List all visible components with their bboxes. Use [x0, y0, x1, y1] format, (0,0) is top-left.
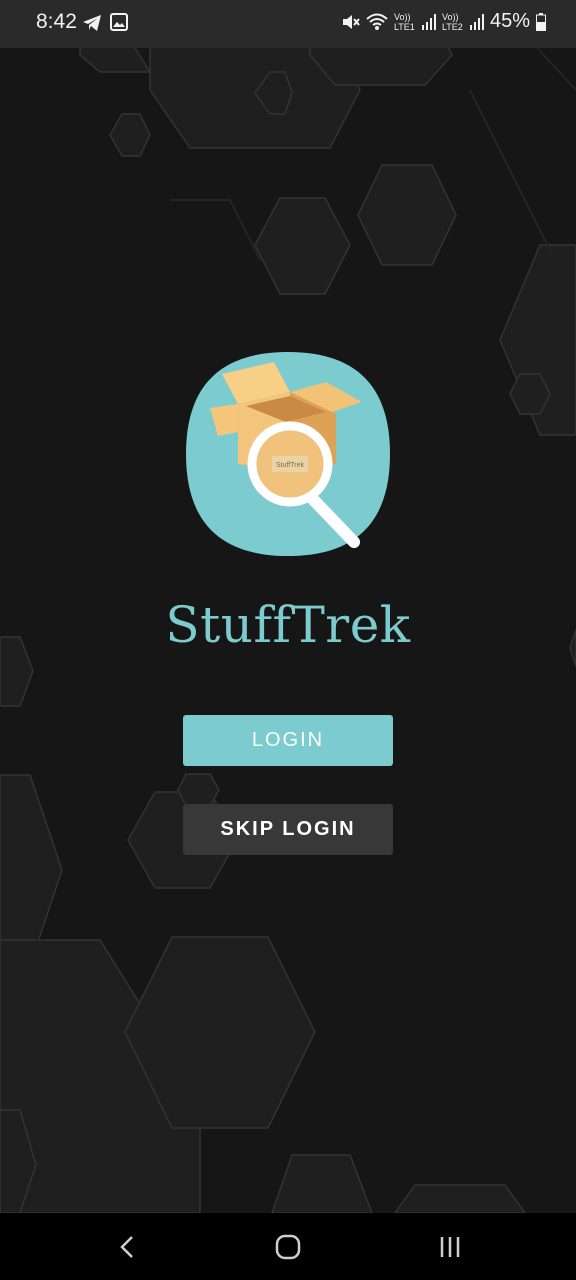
- navigation-bar: [0, 1213, 576, 1280]
- app-logo: StuffTrek: [186, 352, 390, 556]
- image-icon: [110, 13, 128, 31]
- back-icon: [120, 1235, 133, 1258]
- signal-icon: [469, 13, 484, 30]
- nav-recents-button[interactable]: [410, 1213, 490, 1280]
- nav-back-button[interactable]: [88, 1213, 168, 1280]
- status-time: 8:42: [36, 10, 77, 33]
- app-title: StuffTrek: [165, 596, 411, 654]
- wifi-icon: [366, 13, 388, 30]
- signal-icon: [421, 13, 436, 30]
- recents-icon: [440, 1236, 460, 1257]
- nav-home-button[interactable]: [248, 1213, 328, 1280]
- status-bar: 8:42 Vo)) LTE1 Vo)) LTE2 45%: [0, 0, 576, 48]
- logo-label: StuffTrek: [276, 462, 305, 469]
- mute-icon: [342, 14, 360, 29]
- telegram-icon: [83, 15, 101, 31]
- home-icon: [275, 1234, 301, 1259]
- login-button[interactable]: LOGIN: [183, 715, 393, 766]
- skip-login-button[interactable]: SKIP LOGIN: [183, 804, 393, 855]
- sim2-label: Vo)) LTE2: [441, 11, 463, 32]
- battery-icon: [536, 12, 546, 31]
- battery-percentage: 45%: [489, 10, 530, 32]
- sim1-label: Vo)) LTE1: [393, 11, 415, 32]
